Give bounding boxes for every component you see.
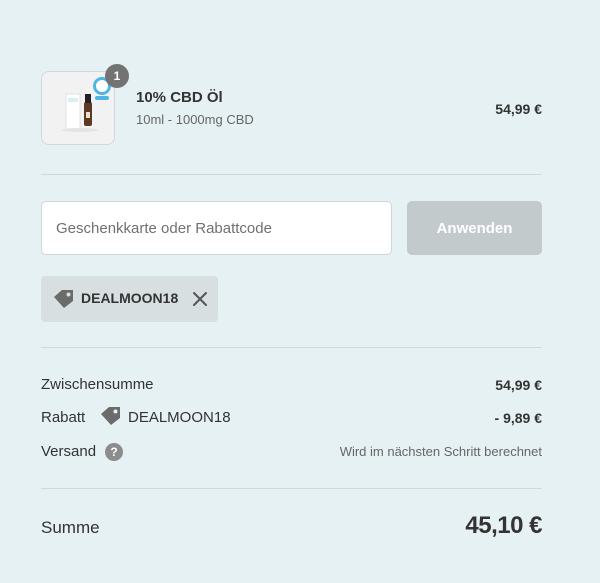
quantity-badge: 1 bbox=[105, 64, 129, 88]
applied-code-label: DEALMOON18 bbox=[81, 290, 179, 306]
cbd-oil-bottle-image bbox=[42, 72, 114, 144]
subtotal-label: Zwischensumme bbox=[41, 376, 154, 393]
divider bbox=[41, 174, 542, 175]
discount-code: DEALMOON18 bbox=[128, 409, 231, 426]
order-summary: 1 10% CBD Öl 10ml - 1000mg CBD 54,99 € A… bbox=[0, 0, 600, 583]
shipping-value: Wird im nächsten Schritt berechnet bbox=[339, 444, 542, 459]
tag-icon bbox=[100, 406, 122, 431]
discount-code-input[interactable] bbox=[41, 201, 392, 255]
help-icon[interactable]: ? bbox=[105, 443, 123, 461]
line-item: 1 10% CBD Öl 10ml - 1000mg CBD 54,99 € bbox=[41, 64, 542, 148]
applied-discount-chip: DEALMOON18 bbox=[41, 276, 218, 322]
tag-icon bbox=[53, 289, 75, 314]
product-name: 10% CBD Öl bbox=[136, 89, 223, 106]
product-thumbnail: 1 bbox=[41, 64, 129, 145]
shipping-label: Versand bbox=[41, 443, 97, 460]
divider bbox=[41, 488, 542, 489]
discount-label: Rabatt bbox=[41, 409, 86, 426]
discount-value: - 9,89 € bbox=[494, 410, 542, 426]
total-label: Summe bbox=[41, 518, 100, 537]
subtotal-value: 54,99 € bbox=[495, 377, 542, 393]
total-value: 45,10 € bbox=[465, 512, 542, 539]
remove-discount-icon[interactable] bbox=[192, 291, 208, 312]
apply-button[interactable]: Anwenden bbox=[407, 201, 542, 255]
product-price: 54,99 € bbox=[495, 101, 542, 117]
divider bbox=[41, 347, 542, 348]
product-variant: 10ml - 1000mg CBD bbox=[136, 112, 254, 127]
